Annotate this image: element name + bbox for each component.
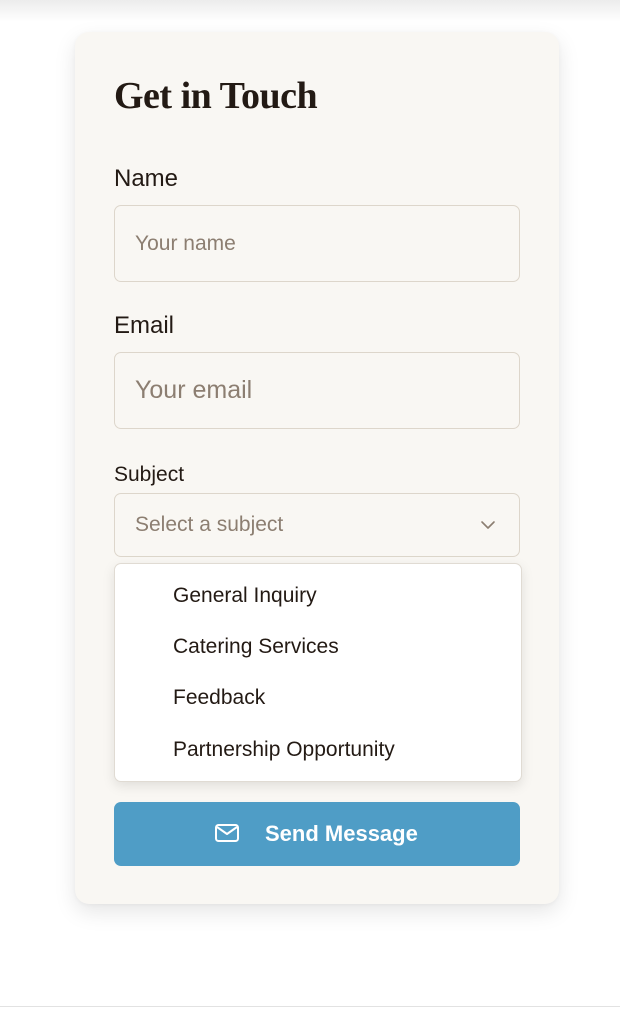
subject-option-feedback[interactable]: Feedback [173,685,265,711]
subject-label: Subject [114,463,185,486]
subject-option-partnership-opportunity[interactable]: Partnership Opportunity [173,737,395,763]
top-shadow [0,0,620,22]
bottom-divider [0,1006,620,1007]
subject-dropdown-menu: General Inquiry Catering Services Feedba… [114,563,522,782]
subject-option-catering-services[interactable]: Catering Services [173,634,339,660]
subject-select-value: Select a subject [135,513,284,536]
send-message-button[interactable]: Send Message [114,802,520,866]
mail-icon [215,824,239,842]
send-message-label: Send Message [265,821,418,846]
chevron-down-icon [481,521,495,529]
form-title: Get in Touch [114,75,318,117]
subject-select[interactable]: Select a subject [114,493,520,557]
email-label: Email [114,312,175,339]
email-input[interactable] [114,352,520,429]
subject-option-general-inquiry[interactable]: General Inquiry [173,583,317,609]
name-input[interactable] [114,205,520,282]
name-label: Name [114,165,179,192]
contact-form-card: Get in Touch Name Email Subject Select a… [75,32,559,904]
